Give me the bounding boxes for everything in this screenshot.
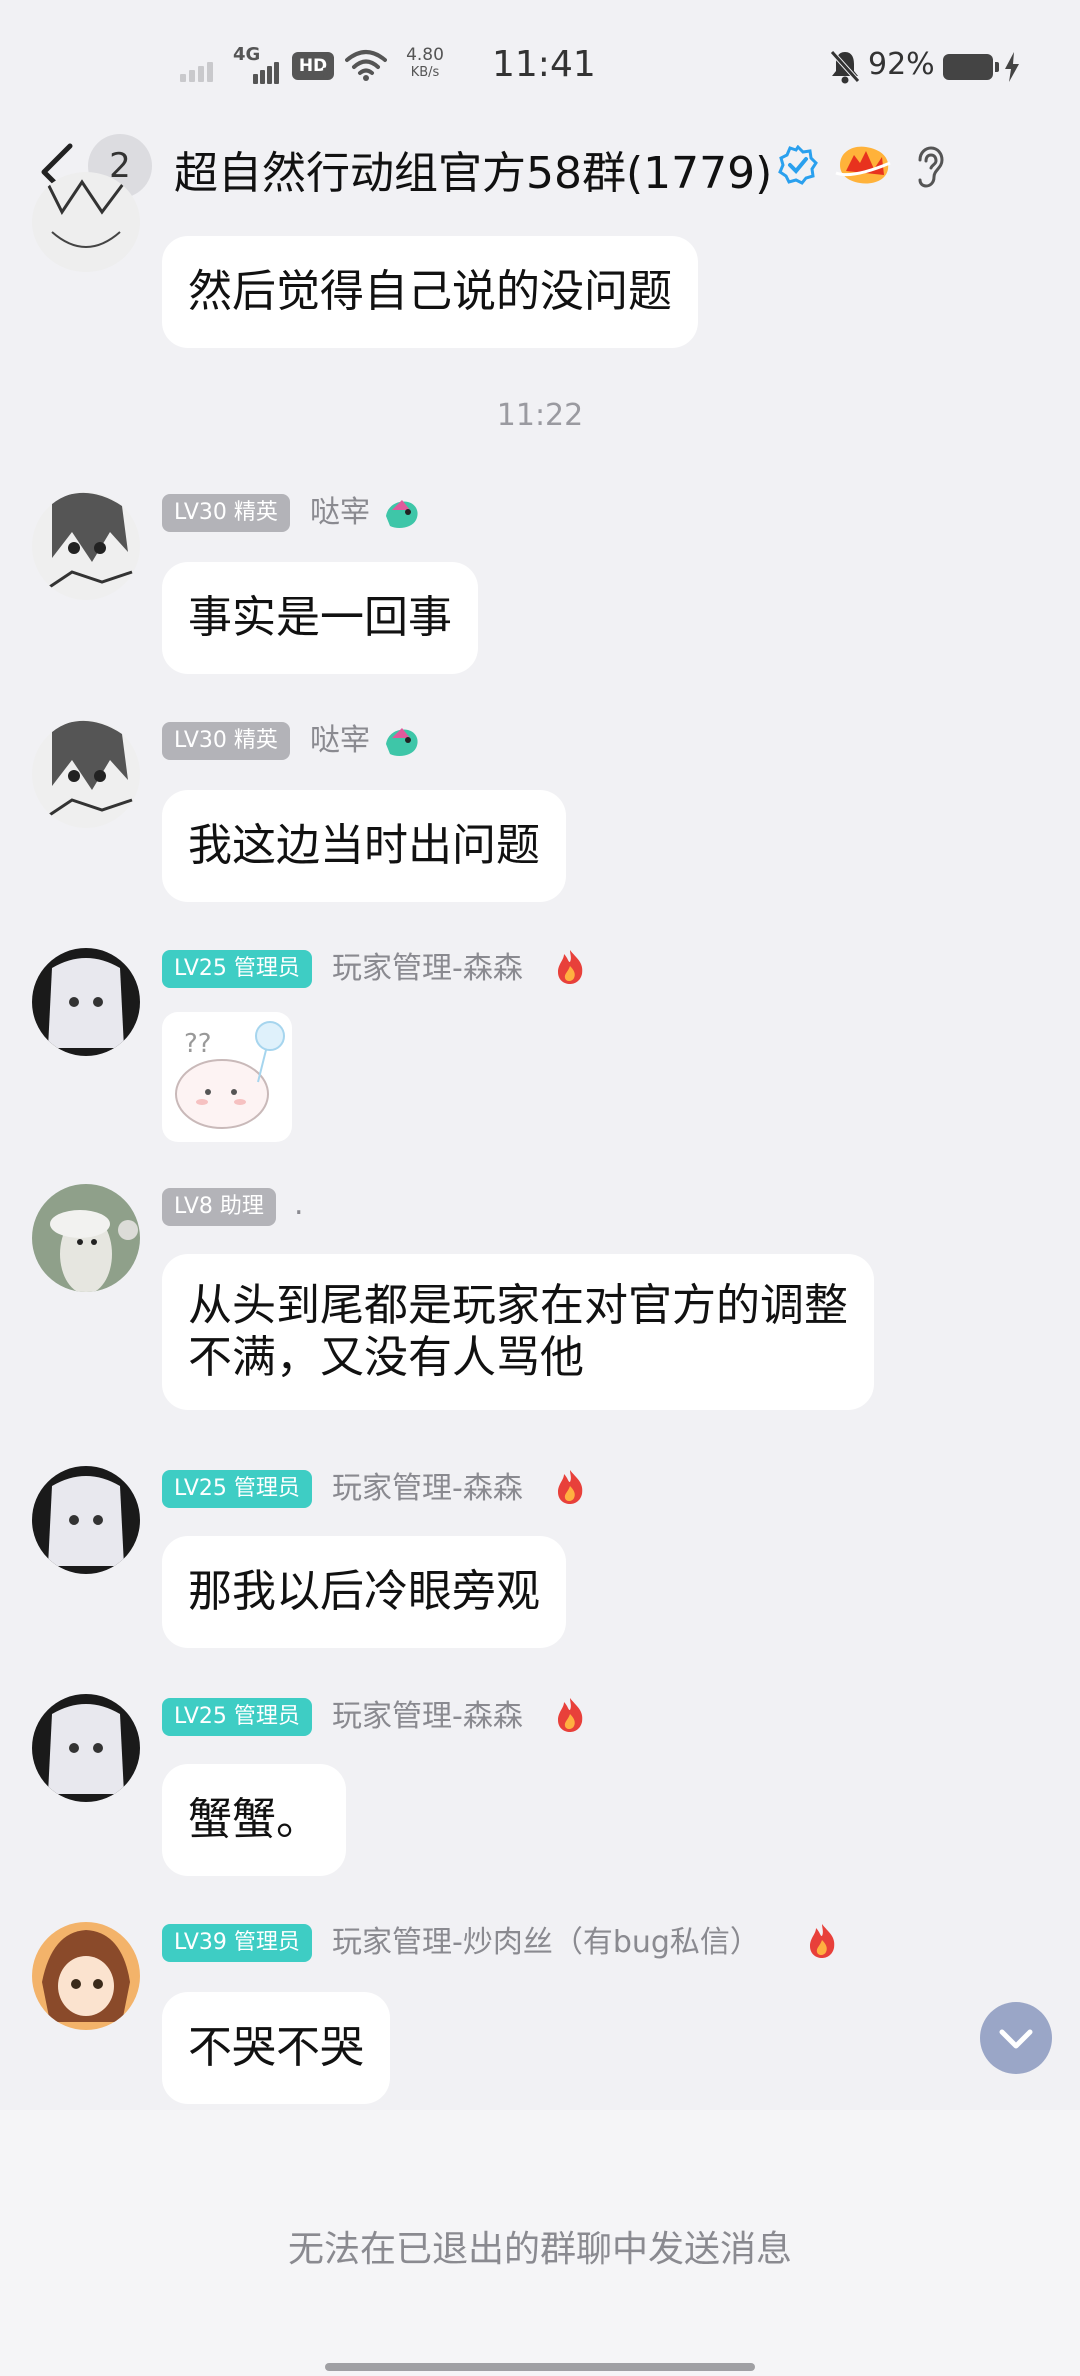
clock: 11:41 bbox=[492, 44, 596, 85]
message-bubble[interactable]: 然后觉得自己说的没问题 bbox=[162, 236, 698, 348]
message-line: 不满，又没有人骂他 bbox=[188, 1332, 584, 1383]
cannot-send-notice: 无法在已退出的群聊中发送消息 bbox=[287, 2229, 792, 2270]
group-title[interactable]: 超自然行动组官方58群(1779) bbox=[174, 137, 772, 201]
level-badge: LV8 助理 bbox=[162, 1188, 276, 1226]
level-badge: LV25 管理员 bbox=[162, 1470, 312, 1508]
message-bubble[interactable]: 不哭不哭 bbox=[162, 1992, 390, 2104]
level-badge: LV30 精英 bbox=[162, 722, 290, 760]
verified-icon[interactable] bbox=[778, 145, 818, 185]
level-badge: LV25 管理员 bbox=[162, 1698, 312, 1736]
level-badge: LV39 管理员 bbox=[162, 1924, 312, 1962]
speed-unit: KB/s bbox=[410, 65, 440, 80]
flame-title-icon bbox=[810, 1924, 835, 1958]
home-indicator[interactable] bbox=[325, 2363, 755, 2371]
sender-name[interactable]: 玩家管理-森森 bbox=[332, 1470, 523, 1508]
ear-listen-icon[interactable] bbox=[914, 146, 944, 188]
avatar[interactable] bbox=[32, 1184, 140, 1292]
status-bar: 4G HD 2 4.80 KB/s 11:41 92% bbox=[0, 0, 1080, 130]
sender-name[interactable]: 哒宰 bbox=[310, 722, 370, 760]
charging-icon bbox=[1005, 52, 1019, 82]
message-bubble[interactable]: 那我以后冷眼旁观 bbox=[162, 1536, 566, 1648]
signal-empty-icon bbox=[180, 52, 220, 82]
battery-percent: 92% bbox=[868, 47, 935, 82]
level-badge: LV30 精英 bbox=[162, 494, 290, 532]
hd-sub-label: 2 bbox=[322, 66, 332, 82]
message-bubble[interactable]: 我这边当时出问题 bbox=[162, 790, 566, 902]
network-speed: 4.80 KB/s bbox=[400, 46, 450, 82]
message-bubble[interactable]: 蟹蟹。 bbox=[162, 1764, 346, 1876]
dragon-title-icon bbox=[386, 728, 418, 756]
flame-title-icon bbox=[558, 1698, 583, 1732]
avatar[interactable] bbox=[32, 1694, 140, 1802]
sender-name[interactable]: 玩家管理-森森 bbox=[332, 950, 523, 988]
sender-name[interactable]: . bbox=[294, 1186, 304, 1224]
avatar[interactable] bbox=[32, 720, 140, 828]
level-badge: LV25 管理员 bbox=[162, 950, 312, 988]
sender-name[interactable]: 玩家管理-炒肉丝（有bug私信） bbox=[332, 1924, 760, 1962]
avatar[interactable] bbox=[32, 172, 140, 272]
flame-title-icon bbox=[558, 950, 583, 984]
mute-bell-icon bbox=[830, 50, 860, 84]
message-line: 从头到尾都是玩家在对官方的调整 bbox=[188, 1280, 848, 1331]
time-divider: 11:22 bbox=[496, 398, 584, 433]
message-bubble[interactable]: 事实是一回事 bbox=[162, 562, 478, 674]
scroll-to-bottom-button[interactable] bbox=[980, 2002, 1052, 2074]
dragon-title-icon bbox=[386, 500, 418, 528]
avatar[interactable] bbox=[32, 948, 140, 1056]
avatar[interactable] bbox=[32, 492, 140, 600]
avatar[interactable] bbox=[32, 1922, 140, 2030]
wifi-icon bbox=[345, 50, 387, 81]
flame-title-icon bbox=[558, 1470, 583, 1504]
battery-icon bbox=[943, 54, 999, 80]
chevron-down-icon bbox=[999, 2029, 1033, 2049]
cellular-signal-icon: 4G bbox=[233, 44, 281, 84]
sticker-image[interactable]: ?? bbox=[162, 1012, 292, 1142]
avatar[interactable] bbox=[32, 1466, 140, 1574]
speed-value: 4.80 bbox=[406, 45, 444, 65]
sender-name[interactable]: 玩家管理-森森 bbox=[332, 1698, 523, 1736]
message-bubble[interactable]: 从头到尾都是玩家在对官方的调整 不满，又没有人骂他 bbox=[162, 1254, 874, 1410]
hot-group-icon[interactable] bbox=[832, 143, 894, 187]
svg-text:??: ?? bbox=[184, 1029, 212, 1059]
sender-name[interactable]: 哒宰 bbox=[310, 494, 370, 532]
